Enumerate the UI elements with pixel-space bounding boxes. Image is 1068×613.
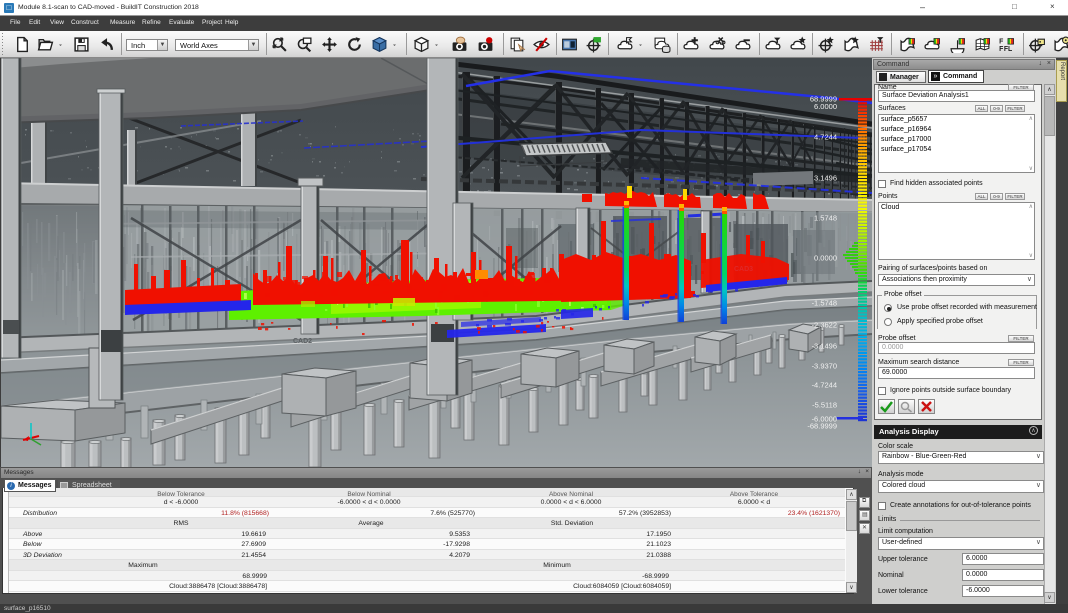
svg-text:F: F xyxy=(999,38,1003,45)
svg-text:1.5748: 1.5748 xyxy=(814,214,837,223)
svg-text:-2.3622: -2.3622 xyxy=(812,321,837,330)
svg-text:FL: FL xyxy=(1004,46,1012,53)
svg-text:3.1496: 3.1496 xyxy=(814,174,837,183)
svg-text:4.7244: 4.7244 xyxy=(814,133,837,142)
svg-text:-3.9370: -3.9370 xyxy=(812,362,837,371)
svg-text:6.0000: 6.0000 xyxy=(814,102,837,111)
svg-text:CAD3: CAD3 xyxy=(734,266,753,273)
svg-text:-4.7244: -4.7244 xyxy=(812,381,837,390)
svg-text:-5.5118: -5.5118 xyxy=(812,401,837,410)
svg-text:F: F xyxy=(999,46,1003,53)
svg-text:CAD2: CAD2 xyxy=(293,338,312,345)
svg-text:0.0000: 0.0000 xyxy=(814,254,837,263)
svg-text:-3.1496: -3.1496 xyxy=(812,342,837,351)
svg-text:-1.5748: -1.5748 xyxy=(812,299,837,308)
svg-text:-68.9999: -68.9999 xyxy=(807,422,837,431)
